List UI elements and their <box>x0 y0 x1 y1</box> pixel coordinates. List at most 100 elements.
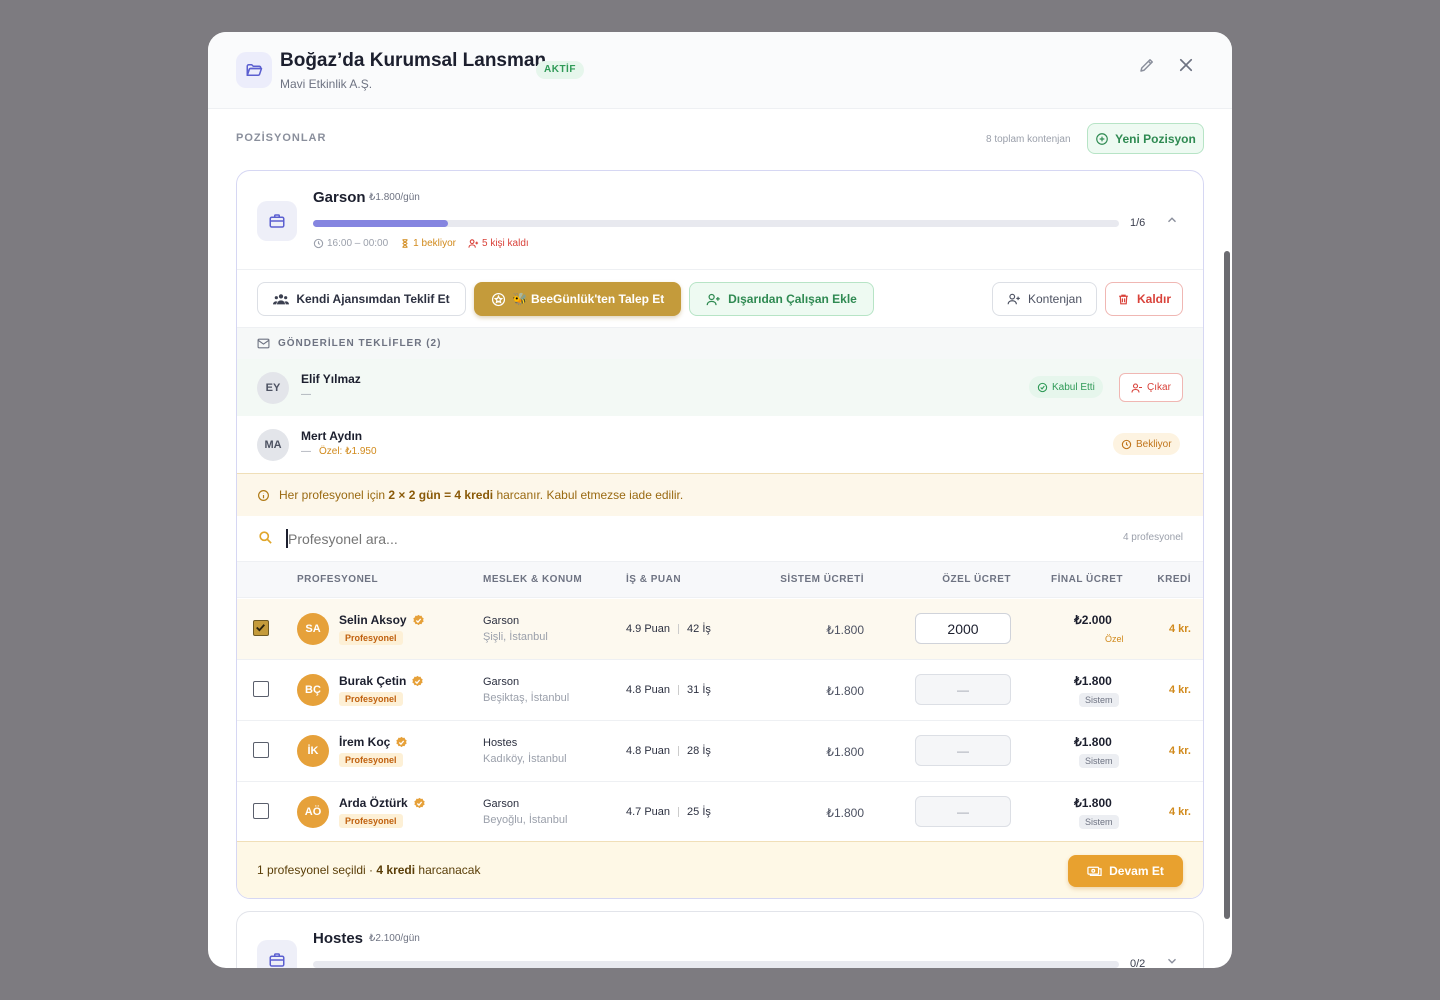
expand-button[interactable] <box>1165 954 1179 968</box>
professional-name-text: Arda Öztürk <box>339 796 408 810</box>
position-name: Hostes <box>313 930 364 947</box>
professional-name[interactable]: Burak Çetin <box>339 674 424 688</box>
check-icon <box>256 624 265 632</box>
offer-detail: — Özel: ₺1.950 <box>301 446 377 457</box>
own-agency-offer-button[interactable]: Kendi Ajansımdan Teklif Et <box>257 282 466 316</box>
progress-bar <box>313 220 1119 227</box>
divider <box>678 746 680 756</box>
sent-offers-heading: GÖNDERİLEN TEKLİFLER (2) <box>257 338 441 349</box>
user-minus-icon <box>1131 382 1143 393</box>
row-checkbox[interactable] <box>253 681 269 697</box>
pencil-icon <box>1140 59 1153 72</box>
column-professional: PROFESYONEL <box>297 574 379 585</box>
remaining-count: 5 kişi kaldı <box>468 238 529 249</box>
score: 4.9 Puan 42 İş <box>626 623 711 635</box>
professional-badge: Profesyonel <box>339 753 403 767</box>
request-label: 🐝 BeeGünlük'ten Talep Et <box>512 292 665 306</box>
jobs-count: 42 İş <box>687 623 711 635</box>
close-button[interactable] <box>1175 54 1197 76</box>
avatar: AÖ <box>297 796 329 828</box>
table-row[interactable]: BÇ Burak Çetin Profesyonel Garson Beşiktaş, … <box>237 660 1203 721</box>
chevron-down-icon <box>1168 958 1176 964</box>
row-checkbox[interactable] <box>253 803 269 819</box>
remaining-text: 5 kişi kaldı <box>481 238 529 249</box>
fee-source-tag: Özel <box>1105 634 1124 644</box>
own-agency-label: Kendi Ajansımdan Teklif Et <box>296 292 450 306</box>
mail-icon <box>257 338 270 349</box>
accepted-label: Kabul Etti <box>1052 381 1095 393</box>
clock-icon <box>1121 439 1132 449</box>
location: Beyoğlu, İstanbul <box>483 814 568 826</box>
custom-fee-input[interactable]: — <box>915 796 1011 827</box>
custom-fee-input[interactable]: — <box>915 674 1011 705</box>
avatar: BÇ <box>297 674 329 706</box>
search-icon <box>259 531 272 544</box>
score-text: 4.9 Puan <box>626 623 671 635</box>
custom-fee-input[interactable]: 2000 <box>915 613 1011 644</box>
scrollbar[interactable] <box>1224 251 1230 919</box>
column-custom-fee: ÖZEL ÜCRET <box>942 574 1011 585</box>
table-header: PROFESYONEL MESLEK & KONUM İŞ & PUAN SİS… <box>237 561 1203 598</box>
users-icon <box>273 294 290 305</box>
location: Beşiktaş, İstanbul <box>483 692 570 704</box>
job-title: Garson <box>483 798 520 810</box>
collapse-button[interactable] <box>1165 213 1179 232</box>
request-button[interactable]: 🐝 BeeGünlük'ten Talep Et <box>474 282 681 316</box>
new-position-label: Yeni Pozisyon <box>1115 131 1196 146</box>
professional-name[interactable]: Selin Aksoy <box>339 613 425 627</box>
avatar: EY <box>257 372 289 404</box>
credit-cost: 4 kr. <box>1168 623 1191 635</box>
status-badge: AKTİF <box>536 61 584 79</box>
verified-icon <box>412 614 424 625</box>
clock-icon <box>313 238 324 249</box>
credit-notice: Her profesyonel için 2 × 2 gün = 4 kredi… <box>237 473 1203 516</box>
verified-icon <box>414 797 425 808</box>
offer-name: Mert Aydın <box>301 429 363 443</box>
sent-offers-heading-text: GÖNDERİLEN TEKLİFLER (2) <box>278 338 442 349</box>
professional-badge: Profesyonel <box>339 692 403 706</box>
continue-label: Devam Et <box>1109 864 1164 878</box>
accepted-badge: Kabul Etti <box>1029 376 1103 398</box>
briefcase-icon <box>257 940 297 968</box>
new-position-button[interactable]: Yeni Pozisyon <box>1087 123 1204 154</box>
table-row[interactable]: AÖ Arda Öztürk Profesyonel Garson Beyoğlu, İ… <box>237 782 1203 843</box>
hourglass-icon <box>402 239 408 248</box>
search-input[interactable] <box>288 526 888 551</box>
user-plus-icon <box>1007 293 1020 305</box>
modal-body: POZİSYONLAR 8 toplam kontenjan Yeni Pozi… <box>208 110 1232 968</box>
quota-button[interactable]: Kontenjan <box>992 282 1097 316</box>
modal-header: Boğaz’da Kurumsal Lansman AKTİF Mavi Etk… <box>208 32 1232 109</box>
professional-name-text: Burak Çetin <box>339 674 407 688</box>
jobs-count: 25 İş <box>687 806 711 818</box>
shift-time: 16:00 – 00:00 <box>313 238 388 249</box>
column-job-location: MESLEK & KONUM <box>483 574 583 585</box>
chevron-up-icon <box>1168 217 1176 223</box>
company-name: Mavi Etkinlik A.Ş. <box>280 77 373 91</box>
continue-button[interactable]: Devam Et <box>1068 855 1183 887</box>
professional-name[interactable]: İrem Koç <box>339 735 408 749</box>
professional-name[interactable]: Arda Öztürk <box>339 796 426 810</box>
folder-icon <box>236 52 272 88</box>
row-checkbox[interactable] <box>253 620 269 636</box>
score: 4.8 Puan 31 İş <box>626 684 711 696</box>
row-checkbox[interactable] <box>253 742 269 758</box>
column-jobs-score: İŞ & PUAN <box>626 574 682 585</box>
external-worker-button[interactable]: Dışarıdan Çalışan Ekle <box>689 282 874 316</box>
professional-badge: Profesyonel <box>339 631 403 645</box>
position-rate: ₺1.800/gün <box>369 192 420 203</box>
offer-row: MA Mert Aydın — Özel: ₺1.950 Bekliyor <box>237 416 1203 473</box>
avatar: MA <box>257 429 289 461</box>
final-fee: ₺1.800 <box>1074 674 1112 688</box>
edit-button[interactable] <box>1136 54 1158 76</box>
professional-name-text: İrem Koç <box>339 735 391 749</box>
user-plus-icon <box>706 293 720 305</box>
remove-button[interactable]: Kaldır <box>1105 282 1183 316</box>
system-fee: ₺1.800 <box>826 684 864 698</box>
remove-offer-button[interactable]: Çıkar <box>1119 373 1183 402</box>
system-fee: ₺1.800 <box>826 745 864 759</box>
plus-circle-icon <box>1096 132 1108 145</box>
custom-fee-input[interactable]: — <box>915 735 1011 766</box>
table-row[interactable]: İK İrem Koç Profesyonel Hostes Kadıköy, İsta… <box>237 721 1203 782</box>
table-row[interactable]: SA Selin Aksoy Profesyonel Garson Şişli, İst… <box>237 599 1203 660</box>
summary-bold: 4 kredi <box>376 863 416 877</box>
